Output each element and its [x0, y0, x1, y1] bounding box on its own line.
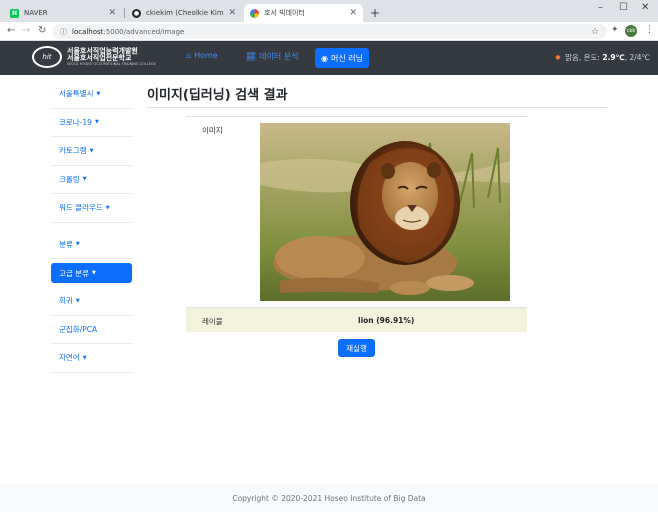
- sidebar-item-advanced-classification[interactable]: 고급 분류 ▼: [51, 263, 132, 283]
- new-tab-button[interactable]: +: [370, 6, 380, 20]
- weather-widget: ✹ 맑음, 온도: 2.9℃, 2/4℃: [555, 52, 650, 63]
- url-path: :5000/advanced/image: [103, 27, 185, 36]
- sidebar-item-covid19[interactable]: 코로나-19 ▼: [51, 109, 132, 137]
- caret-down-icon: ▼: [82, 176, 87, 183]
- brain-icon: ◉: [321, 53, 328, 63]
- sidebar-item-wordcloud[interactable]: 워드 클라우드 ▼: [51, 194, 132, 223]
- sidebar-item-clustering-pca[interactable]: 군집화/PCA: [51, 316, 132, 344]
- home-icon: ⌂: [186, 51, 192, 60]
- result-row: 레이블 lion (96.91%): [186, 307, 527, 332]
- logo-line3: SEOUL HOSEO OCCUPATIONAL TRAINING COLLEG…: [67, 61, 156, 66]
- caret-down-icon: ▼: [75, 297, 80, 304]
- browser-menu-icon[interactable]: ⋮: [645, 25, 654, 35]
- caret-down-icon: ▼: [91, 270, 96, 276]
- close-window-icon[interactable]: ✕: [641, 2, 649, 13]
- close-tab-icon[interactable]: ✕: [228, 8, 236, 18]
- logo-mark: hit: [32, 46, 62, 68]
- caret-down-icon: ▼: [75, 241, 80, 248]
- copyright-text: Copyright © 2020-2021 Hoseo Institute of…: [232, 493, 426, 503]
- lion-photo: [260, 123, 510, 301]
- divider: [147, 107, 607, 108]
- caret-down-icon: ▼: [82, 354, 87, 361]
- github-icon: ●: [132, 8, 141, 18]
- sidebar-item-classification[interactable]: 분류 ▼: [51, 231, 132, 259]
- caret-down-icon: ▼: [94, 119, 99, 126]
- tab-title: 호서 빅데이터: [264, 9, 305, 17]
- school-logo[interactable]: hit 서울호서직업능력개발원 서울호서직업전문학교 SEOUL HOSEO O…: [32, 46, 156, 68]
- sidebar: 서울특별시 ▼ 코로나-19 ▼ 카토그램 ▼ 크롤링 ▼ 워드 클라우드 ▼ 분류 ▼ 고…: [51, 80, 132, 373]
- rerun-button[interactable]: 재실행: [338, 339, 375, 357]
- weather-desc: 맑음, 온도:: [565, 53, 600, 62]
- sidebar-item-crawling[interactable]: 크롤링 ▼: [51, 166, 132, 194]
- sidebar-item-nlp[interactable]: 자연어 ▼: [51, 344, 132, 373]
- image-label: 이미지: [202, 126, 223, 135]
- sidebar-item-cartogram[interactable]: 카토그램 ▼: [51, 137, 132, 166]
- browser-tab-naver[interactable]: N NAVER ✕: [4, 4, 122, 22]
- pinwheel-icon: [250, 8, 259, 18]
- app-navbar: hit 서울호서직업능력개발원 서울호서직업전문학교 SEOUL HOSEO O…: [0, 41, 658, 75]
- browser-tab-hoseo[interactable]: 호서 빅데이터 ✕: [244, 4, 363, 22]
- footer: Copyright © 2020-2021 Hoseo Institute of…: [0, 484, 658, 512]
- result-label: 레이블: [202, 317, 223, 326]
- caret-down-icon: ▼: [96, 90, 101, 97]
- weather-range: , 2/4℃: [624, 53, 650, 62]
- nav-home[interactable]: ⌂ Home: [186, 51, 218, 60]
- address-bar: ← → ↻ ⓘ localhost:5000/advanced/image ☆ …: [0, 22, 658, 41]
- back-icon[interactable]: ←: [7, 25, 15, 36]
- browser-tab-github[interactable]: ● ckiekim (Cheolkie Kim) ✕: [126, 4, 242, 22]
- browser-tab-strip: N NAVER ✕ ● ckiekim (Cheolkie Kim) ✕ 호서 …: [0, 0, 658, 22]
- close-tab-icon[interactable]: ✕: [108, 8, 116, 18]
- result-value: lion (96.91%): [358, 316, 415, 325]
- nav-data-analysis[interactable]: 📈︎ 데이터 분석: [246, 51, 299, 62]
- sun-icon: ✹: [554, 53, 562, 62]
- info-icon[interactable]: ⓘ: [60, 27, 67, 37]
- nav-machine-learning[interactable]: ◉ 머신 러닝: [315, 48, 369, 68]
- extensions-puzzle-icon[interactable]: ✦: [611, 25, 619, 35]
- page-title: 이미지(딥러닝) 검색 결과: [147, 88, 288, 103]
- profile-avatar[interactable]: ckk: [625, 25, 637, 37]
- reload-icon[interactable]: ↻: [38, 25, 46, 36]
- url-host: localhost: [72, 27, 104, 36]
- naver-icon: N: [10, 8, 19, 18]
- chart-icon: 📈︎: [246, 52, 257, 61]
- caret-down-icon: ▼: [89, 147, 94, 154]
- weather-temp: 2.9℃: [602, 53, 625, 62]
- close-tab-icon[interactable]: ✕: [349, 8, 357, 18]
- sidebar-item-regression[interactable]: 회귀 ▼: [51, 287, 132, 316]
- forward-icon[interactable]: →: [22, 25, 30, 36]
- bookmark-star-icon[interactable]: ☆: [591, 27, 599, 37]
- image-row: 이미지: [186, 116, 527, 306]
- maximize-icon[interactable]: ☐: [619, 2, 628, 13]
- url-field[interactable]: ⓘ localhost:5000/advanced/image ☆: [52, 24, 607, 39]
- sidebar-item-seoul[interactable]: 서울특별시 ▼: [51, 80, 132, 109]
- tab-title: ckiekim (Cheolkie Kim): [146, 9, 225, 17]
- minimize-icon[interactable]: –: [598, 2, 603, 13]
- caret-down-icon: ▼: [105, 204, 110, 211]
- tab-title: NAVER: [24, 9, 48, 17]
